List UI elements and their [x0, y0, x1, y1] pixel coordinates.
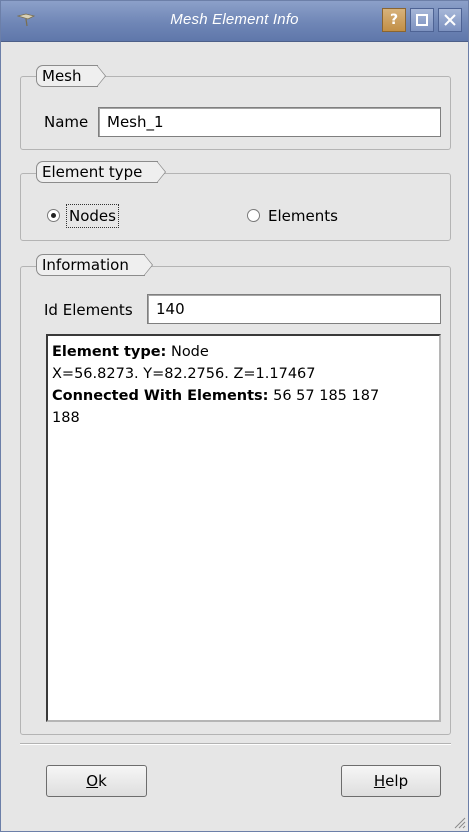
element-details-textbox[interactable]: Element type: Node X=56.8273. Y=82.2756.… — [46, 334, 441, 722]
elements-radio-indicator[interactable] — [247, 209, 260, 222]
mesh-name-field[interactable]: Mesh_1 — [98, 107, 441, 137]
element-type-key: Element type: — [52, 344, 167, 360]
information-group-label: Information — [36, 254, 153, 278]
mesh-element-info-window: Mesh Element Info ? Mesh Name Mesh_1 Ele… — [0, 0, 469, 832]
help-label-rest: elp — [385, 772, 409, 790]
close-button[interactable] — [438, 8, 462, 32]
close-icon — [444, 14, 456, 26]
context-help-button[interactable]: ? — [382, 8, 406, 32]
maximize-icon — [416, 14, 428, 26]
help-button[interactable]: Help — [341, 765, 441, 797]
ok-button[interactable]: Ok — [46, 765, 147, 797]
ok-label-rest: k — [98, 772, 107, 790]
connected-line-cont: 188 — [52, 410, 80, 426]
bottom-separator — [20, 743, 451, 745]
title-bar[interactable]: Mesh Element Info ? — [1, 1, 468, 42]
nodes-radio-indicator[interactable] — [47, 209, 60, 222]
maximize-button[interactable] — [410, 8, 434, 32]
nodes-radio[interactable]: Nodes — [47, 204, 137, 228]
connected-line: Connected With Elements: 56 57 185 187 — [52, 385, 435, 407]
elements-radio-label: Elements — [268, 207, 338, 225]
help-glyph: ? — [389, 12, 399, 28]
help-mnemonic: H — [373, 772, 386, 790]
elements-radio[interactable]: Elements — [247, 204, 357, 228]
id-elements-field[interactable]: 140 — [147, 294, 441, 324]
id-elements-label: Id Elements — [44, 301, 133, 319]
name-label: Name — [44, 113, 89, 131]
element-type-value: Node — [166, 344, 209, 360]
element-type-line: Element type: Node — [52, 341, 435, 363]
nodes-radio-label: Nodes — [66, 204, 119, 228]
element-type-group-label: Element type — [36, 161, 167, 185]
connected-key: Connected With Elements: — [52, 388, 269, 404]
connected-value: 56 57 185 187 — [268, 388, 380, 404]
mesh-group-label: Mesh — [36, 65, 105, 89]
ok-mnemonic: O — [86, 772, 99, 790]
resize-grip-icon[interactable] — [452, 815, 466, 829]
coordinates-line: X=56.8273. Y=82.2756. Z=1.17467 — [52, 366, 316, 382]
